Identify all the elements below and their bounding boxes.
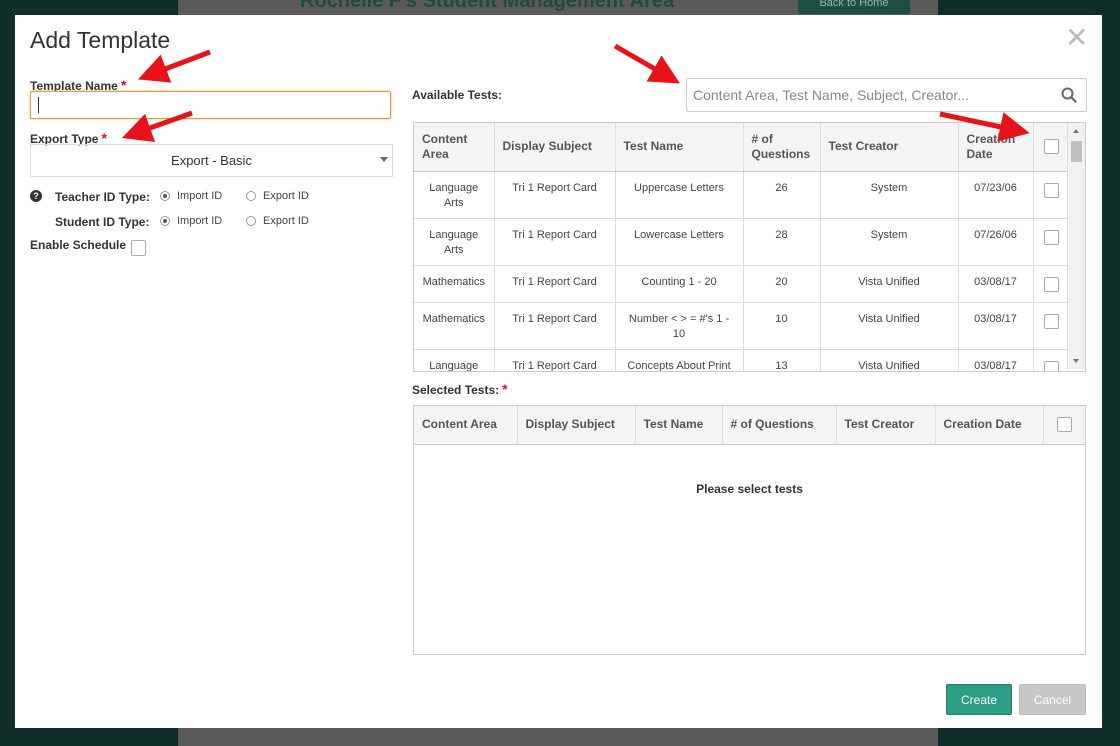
annotation-arrows bbox=[121, 43, 1030, 143]
arrow-search bbox=[613, 43, 680, 84]
arrow-export-type bbox=[121, 110, 193, 143]
arrow-template-name bbox=[137, 49, 211, 83]
arrow-select-all bbox=[939, 111, 1030, 142]
